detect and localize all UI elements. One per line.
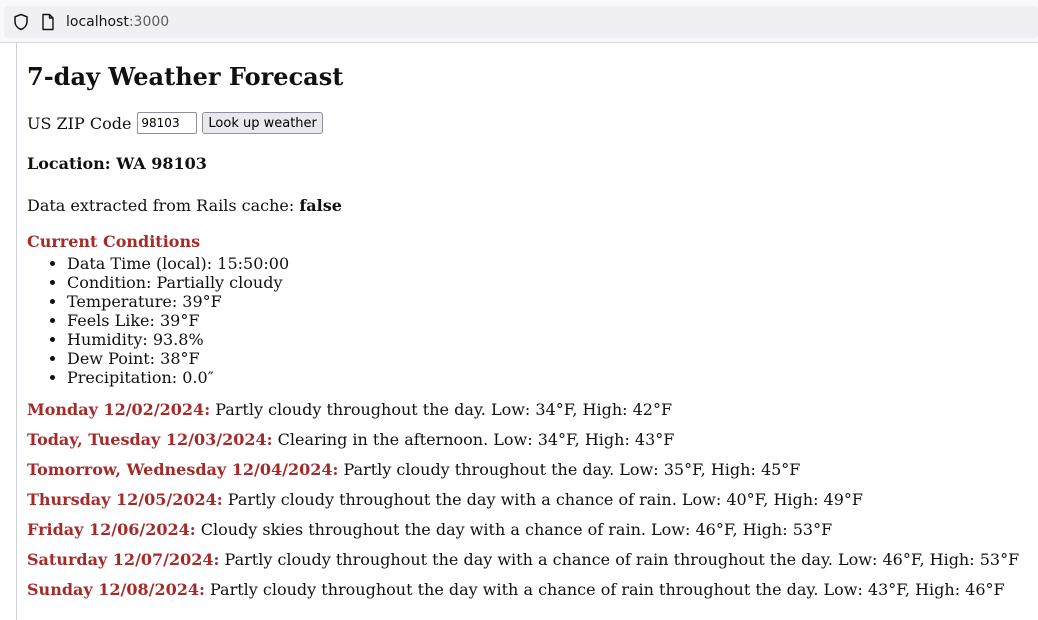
page-icon (42, 13, 54, 31)
forecast-day: Today, Tuesday 12/03/2024: (27, 430, 273, 449)
forecast-row: Thursday 12/05/2024: Partly cloudy throu… (27, 489, 1019, 519)
forecast-day: Sunday 12/08/2024: (27, 580, 205, 599)
forecast-text: Clearing in the afternoon. Low: 34°F, Hi… (277, 430, 675, 449)
forecast-row: Today, Tuesday 12/03/2024: Clearing in t… (27, 429, 1019, 459)
forecast-row: Friday 12/06/2024: Cloudy skies througho… (27, 519, 1019, 549)
lookup-weather-button[interactable]: Look up weather (202, 112, 323, 134)
url-text[interactable]: localhost:3000 (66, 13, 169, 31)
location-heading: Location: WA 98103 (27, 154, 207, 173)
cache-status: Data extracted from Rails cache: false (27, 195, 342, 217)
forecast-row: Tomorrow, Wednesday 12/04/2024: Partly c… (27, 459, 1019, 489)
zip-form: US ZIP Code Look up weather (27, 111, 323, 135)
forecast-day: Saturday 12/07/2024: (27, 550, 220, 569)
url-host: localhost (66, 14, 129, 30)
forecast-day: Monday 12/02/2024: (27, 400, 211, 419)
address-bar[interactable]: localhost:3000 (4, 6, 1038, 38)
page-content: 7-day Weather Forecast US ZIP Code Look … (16, 43, 1038, 620)
forecast-text: Partly cloudy throughout the day. Low: 3… (215, 400, 673, 419)
zip-input[interactable] (137, 112, 198, 134)
condition-item: Feels Like: 39°F (67, 311, 289, 330)
forecast-row: Monday 12/02/2024: Partly cloudy through… (27, 399, 1019, 429)
condition-item: Data Time (local): 15:50:00 (67, 254, 289, 273)
forecast-row: Saturday 12/07/2024: Partly cloudy throu… (27, 549, 1019, 579)
url-port: :3000 (128, 14, 170, 30)
current-conditions-list: Data Time (local): 15:50:00 Condition: P… (27, 254, 289, 387)
condition-item: Precipitation: 0.0″ (67, 368, 289, 387)
forecast-day: Thursday 12/05/2024: (27, 490, 223, 509)
zip-label: US ZIP Code (27, 113, 132, 133)
current-conditions-title: Current Conditions (27, 232, 201, 251)
condition-item: Temperature: 39°F (67, 292, 289, 311)
forecast-text: Partly cloudy throughout the day with a … (224, 550, 1020, 569)
forecast-text: Cloudy skies throughout the day with a c… (200, 520, 833, 539)
forecast-text: Partly cloudy throughout the day. Low: 3… (343, 460, 801, 479)
cache-label: Data extracted from Rails cache: (27, 196, 295, 215)
forecast-day: Tomorrow, Wednesday 12/04/2024: (27, 460, 339, 479)
condition-item: Dew Point: 38°F (67, 349, 289, 368)
forecast-text: Partly cloudy throughout the day with a … (210, 580, 1005, 599)
condition-item: Condition: Partially cloudy (67, 273, 289, 292)
condition-item: Humidity: 93.8% (67, 330, 289, 349)
forecast-row: Sunday 12/08/2024: Partly cloudy through… (27, 579, 1019, 609)
shield-icon[interactable] (12, 13, 30, 31)
page-title: 7-day Weather Forecast (27, 62, 344, 91)
forecast-day: Friday 12/06/2024: (27, 520, 196, 539)
browser-toolbar: localhost:3000 (0, 0, 1038, 43)
cache-value: false (299, 196, 342, 215)
forecast-list: Monday 12/02/2024: Partly cloudy through… (27, 399, 1019, 609)
forecast-text: Partly cloudy throughout the day with a … (227, 490, 864, 509)
